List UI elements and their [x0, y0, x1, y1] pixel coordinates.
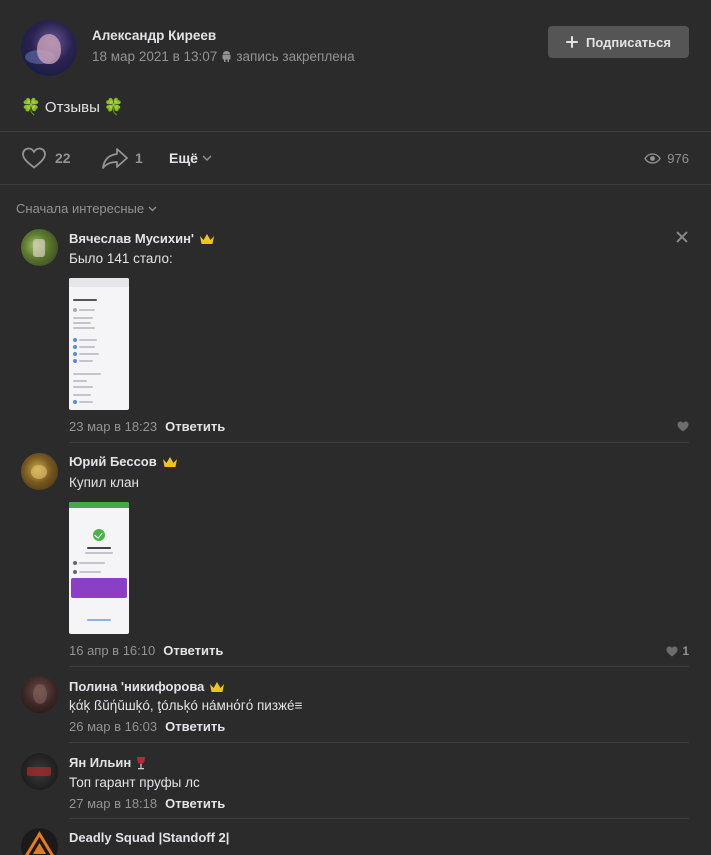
- commenter-avatar[interactable]: [21, 676, 58, 713]
- author-name[interactable]: Александр Киреев: [92, 28, 216, 43]
- views-count: 976: [667, 151, 689, 166]
- comment-divider: [69, 742, 689, 743]
- comment-divider: [69, 442, 689, 443]
- subscribe-button[interactable]: Подписаться: [548, 26, 689, 58]
- sort-label: Сначала интересные: [16, 201, 145, 216]
- commenter-avatar[interactable]: [21, 753, 58, 790]
- commenter-avatar[interactable]: [21, 229, 58, 266]
- share-count: 1: [135, 150, 143, 166]
- subscribe-label: Подписаться: [585, 34, 671, 50]
- commenter-name[interactable]: Вячеслав Мусихин': [69, 231, 215, 246]
- comment-meta: 26 мар в 16:03 Ответить: [69, 719, 225, 734]
- comment-attachment-image[interactable]: [69, 502, 129, 634]
- comment-meta: 23 мар в 18:23 Ответить: [69, 419, 225, 434]
- heart-icon: [666, 646, 678, 656]
- close-icon[interactable]: [676, 231, 688, 243]
- reply-link[interactable]: Ответить: [165, 796, 225, 811]
- post-header: Александр Киреев 18 мар 2021 в 13:07 зап…: [0, 0, 711, 90]
- comment-divider: [69, 818, 689, 819]
- post-meta: 18 мар 2021 в 13:07 запись закреплена: [92, 49, 355, 64]
- comment-text: Купил клан: [69, 475, 139, 490]
- commenter-name[interactable]: Ян Ильин: [69, 755, 146, 770]
- comment-meta: 16 апр в 16:10 Ответить: [69, 643, 223, 658]
- more-label: Ещё: [169, 150, 198, 166]
- comment-text: Было 141 стало:: [69, 251, 173, 266]
- post-text-content: Отзывы: [44, 98, 100, 116]
- android-icon: [222, 51, 231, 62]
- commenter-name[interactable]: Полина 'никифорова: [69, 679, 225, 694]
- comment-text: Топ гарант пруфы лс: [69, 775, 200, 790]
- more-button[interactable]: Ещё: [169, 150, 212, 166]
- reply-link[interactable]: Ответить: [165, 719, 225, 734]
- comment-date[interactable]: 16 апр в 16:10: [69, 643, 155, 658]
- wine-glass-icon: [137, 756, 146, 769]
- squad-logo: [25, 831, 54, 855]
- commenter-avatar[interactable]: [21, 828, 58, 855]
- clover-emoji: 🍀: [103, 99, 124, 116]
- crown-icon: [210, 681, 225, 692]
- comment-divider: [69, 666, 689, 667]
- chevron-down-icon: [202, 155, 212, 161]
- comment-date[interactable]: 26 мар в 16:03: [69, 719, 157, 734]
- comment-date[interactable]: 27 мар в 18:18: [69, 796, 157, 811]
- share-icon: [102, 148, 128, 169]
- plus-icon: [565, 36, 578, 48]
- reply-link[interactable]: Ответить: [165, 419, 225, 434]
- pinned-label: запись закреплена: [236, 49, 355, 64]
- author-avatar[interactable]: [21, 20, 77, 76]
- comment-like-button[interactable]: 1: [666, 644, 689, 658]
- comments-sort-select[interactable]: Сначала интересные: [16, 201, 157, 216]
- heart-icon: [677, 421, 689, 432]
- commenter-avatar[interactable]: [21, 453, 58, 490]
- crown-icon: [200, 233, 215, 244]
- eye-icon: [644, 153, 662, 164]
- clover-emoji: 🍀: [21, 99, 41, 116]
- views-counter: 976: [644, 151, 689, 166]
- comment-date[interactable]: 23 мар в 18:23: [69, 419, 157, 434]
- like-count: 22: [55, 150, 71, 166]
- post-text: 🍀 Отзывы 🍀: [21, 97, 124, 117]
- like-button[interactable]: 22: [21, 147, 71, 169]
- reply-link[interactable]: Ответить: [163, 643, 223, 658]
- commenter-name[interactable]: Юрий Бессов: [69, 454, 178, 469]
- commenter-name[interactable]: Deadly Squad |Standoff 2|: [69, 830, 229, 845]
- post-actions-bar: 22 1 Ещё 976: [0, 131, 711, 185]
- share-button[interactable]: 1: [101, 147, 143, 169]
- comment-text: ķάķ ßŭήŭшķó, ţóльķó нáмнόгό пизжé≡: [69, 698, 303, 713]
- post-date[interactable]: 18 мар 2021 в 13:07: [92, 49, 217, 64]
- heart-icon: [22, 147, 46, 169]
- chevron-down-icon: [148, 206, 157, 211]
- comment-like-button[interactable]: [677, 421, 689, 432]
- comment-like-count: 1: [682, 644, 689, 658]
- crown-icon: [162, 456, 177, 467]
- comment-attachment-image[interactable]: [69, 278, 129, 410]
- comment-meta: 27 мар в 18:18 Ответить: [69, 796, 225, 811]
